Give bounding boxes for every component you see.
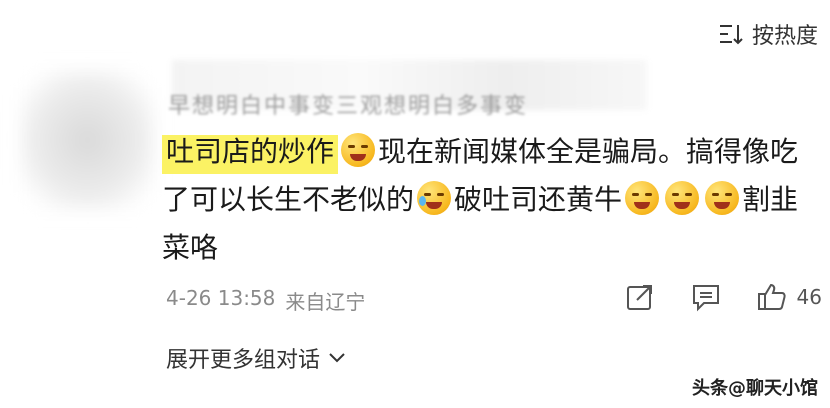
comment-actions: 46 — [625, 282, 822, 312]
reply-button[interactable] — [691, 282, 721, 312]
sort-icon — [719, 25, 743, 45]
laugh-cry-emoji — [417, 181, 452, 215]
comment-date: 4-26 13:58 — [166, 286, 276, 310]
drool-emoji — [705, 181, 740, 215]
drool-emoji — [665, 181, 700, 215]
like-button[interactable]: 46 — [757, 282, 822, 312]
expand-label: 展开更多组对话 — [166, 348, 321, 373]
watermark: 头条@聊天小馆 — [692, 378, 818, 399]
comment-segment: 破吐司还黄牛 — [454, 183, 623, 216]
avatar[interactable] — [20, 70, 155, 210]
expand-conversation-link[interactable]: 展开更多组对话 — [166, 342, 346, 374]
author-name: 早想明白中事变三观想明白多事变 — [168, 94, 529, 119]
sort-label: 按热度 — [751, 24, 818, 49]
comment-text: 吐司店的炒作 现在新闻媒体全是骗局。搞得像吃了可以长生不老似的 破吐司还黄牛 割韭菜咯 — [162, 128, 802, 272]
comment-location: 来自辽宁 — [285, 290, 366, 314]
like-count: 46 — [796, 285, 822, 309]
drool-emoji — [625, 181, 660, 215]
share-icon — [626, 285, 652, 310]
comment-meta: 4-26 13:58 来自辽宁 — [166, 286, 365, 315]
chevron-down-icon — [329, 353, 345, 363]
comment-segment: 现在新闻媒体全是骗局。搞 — [378, 135, 715, 168]
smirk-emoji — [341, 133, 376, 167]
comment-icon — [692, 285, 719, 312]
share-button[interactable] — [625, 282, 655, 312]
thumbs-up-icon — [757, 283, 786, 310]
highlighted-text: 吐司店的炒作 — [162, 135, 339, 174]
sort-by-heat-button[interactable]: 按热度 — [718, 18, 818, 50]
